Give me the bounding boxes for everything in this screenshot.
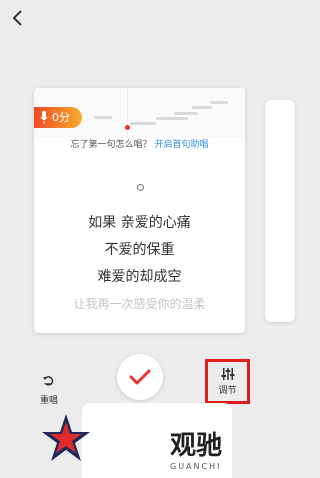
done-button[interactable] [117, 354, 163, 400]
watermark-subtitle: GUANCHI [170, 462, 222, 471]
score-text: 0分 [52, 111, 70, 124]
pitch-bar [130, 122, 156, 125]
equalizer-icon [221, 367, 234, 380]
retry-icon [43, 376, 54, 386]
countdown-indicator [137, 184, 144, 191]
watermark-title: 观驰 [170, 431, 223, 461]
lyric-line: 如果 亲爱的心痛 [88, 215, 191, 231]
microphone-icon [40, 111, 48, 124]
adjust-button[interactable]: 调节 [205, 359, 250, 404]
watermark-logo [42, 414, 90, 461]
hint-question: 忘了第一句怎么唱？ [70, 140, 152, 150]
pitch-bar [210, 101, 228, 104]
retry-label: 重唱 [39, 396, 58, 406]
back-button[interactable] [8, 8, 28, 28]
chevron-left-icon [12, 10, 22, 26]
pitch-bar [174, 112, 198, 115]
pitch-bar [192, 106, 212, 109]
pitch-bar [156, 117, 188, 120]
score-badge: 0分 [34, 107, 82, 128]
pitch-bar [94, 116, 112, 119]
first-line-hint: 忘了第一句怎么唱？ 开启首句助唱 [34, 137, 245, 150]
pitch-cursor-dot [125, 125, 130, 130]
lyric-line: 不爱的保重 [104, 242, 175, 258]
pitch-cursor-line [127, 88, 128, 138]
adjust-label: 调节 [218, 385, 237, 396]
lyric-line: 难爱的却成空 [97, 269, 182, 285]
checkmark-icon [129, 369, 151, 385]
first-line-assist-link[interactable]: 开启首句助唱 [154, 140, 208, 150]
next-song-card-peek[interactable] [265, 100, 295, 322]
lyric-line: 让我再一次感受你的温柔 [73, 297, 206, 311]
retry-button[interactable]: 重唱 [34, 371, 64, 406]
